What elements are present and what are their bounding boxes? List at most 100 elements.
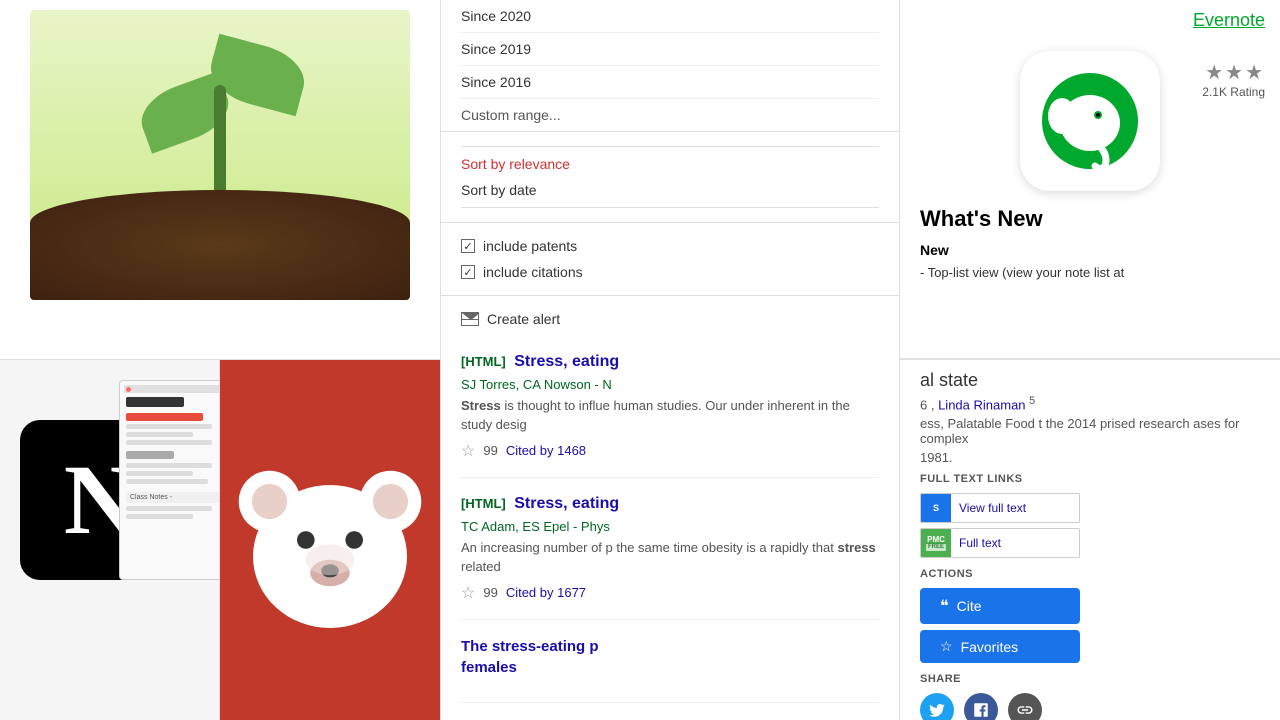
notion-ss-line7 — [126, 506, 212, 511]
filter-since2019[interactable]: Since 2019 — [461, 33, 879, 66]
twitter-icon-svg — [928, 701, 946, 719]
quote-icon: ❝ — [940, 596, 949, 616]
scholar-full-text-icon: S — [921, 494, 951, 522]
author-info: 6 , Linda Rinaman 5 — [920, 395, 1260, 412]
plant-app-section — [0, 0, 440, 360]
include-citations-item[interactable]: ✓ include citations — [461, 259, 879, 285]
linda-rinaman-link[interactable]: Linda Rinaman — [938, 397, 1025, 412]
checkbox-section: ✓ include patents ✓ include citations — [441, 223, 899, 296]
pmc-full-text-link[interactable]: PMC FREE Full text — [920, 528, 1080, 558]
result-item-3: The stress-eating pfemales — [461, 636, 879, 703]
article-detail-content: al state 6 , Linda Rinaman 5 ess, Palata… — [900, 360, 1280, 720]
share-section: SHARE — [920, 673, 1260, 720]
result-2-meta: ☆ 99 Cited by 1677 — [461, 583, 879, 603]
notion-ss-line8 — [126, 514, 193, 519]
twitter-share-button[interactable] — [920, 693, 954, 720]
sort-section: Sort by relevance Sort by date — [441, 132, 899, 223]
rating-area: ★★★ 2.1K Rating — [1202, 60, 1265, 99]
evernote-logo[interactable]: Evernote — [1193, 10, 1265, 31]
share-label: SHARE — [920, 673, 1260, 685]
sort-by-date[interactable]: Sort by date — [461, 177, 879, 203]
citations-checkbox[interactable]: ✓ — [461, 265, 475, 279]
filter-custom-range[interactable]: Custom range... — [461, 99, 879, 131]
actions-label: ACTIONS — [920, 568, 1260, 580]
full-text-links-section: FULL TEXT LINKS S View full text — [920, 473, 1260, 558]
rating-count: 2.1K Rating — [1202, 85, 1265, 99]
cite-label: Cite — [957, 598, 982, 614]
plant-soil — [30, 190, 410, 300]
notion-ss-line4 — [126, 463, 212, 468]
star-rating: ★★★ — [1205, 60, 1265, 85]
facebook-share-button[interactable] — [964, 693, 998, 720]
result-2-star[interactable]: ☆ — [461, 583, 475, 603]
share-icons-row — [920, 693, 1260, 720]
result-2-cited-by[interactable]: Cited by 1677 — [506, 585, 586, 600]
notion-ss-line3 — [126, 440, 212, 445]
result-1-cite-count-num: 99 — [483, 443, 497, 458]
whats-new-section: What's New New - Top-list view (view you… — [900, 191, 1280, 293]
snippet-al-state: ess, Palatable Food t the 2014 prised re… — [920, 416, 1260, 446]
al-state-text: al state — [920, 370, 1260, 391]
notion-ss-line — [126, 424, 212, 429]
result-2-snippet: An increasing number of p the same time … — [461, 538, 879, 577]
year-ref: 1981. — [920, 450, 1260, 465]
result-2-authors: TC Adam, ES Epel - Phys — [461, 519, 879, 534]
create-alert-label: Create alert — [487, 311, 560, 327]
notion-ss-red — [126, 413, 203, 421]
notion-ss-bar — [124, 385, 220, 393]
notion-ss-title — [126, 397, 184, 407]
left-panel: N Class — [0, 0, 440, 720]
notion-ss-line2 — [126, 432, 193, 437]
result-1-star[interactable]: ☆ — [461, 441, 475, 461]
result-3-title[interactable]: The stress-eating pfemales — [461, 636, 879, 678]
new-label: New — [920, 242, 1260, 258]
result-1-html-badge: [HTML] — [461, 354, 506, 369]
bear-icon-svg — [220, 360, 440, 720]
favorites-button[interactable]: ☆ Favorites — [920, 630, 1080, 663]
result-item-2: [HTML] Stress, eating TC Adam, ES Epel -… — [461, 494, 879, 620]
include-patents-item[interactable]: ✓ include patents — [461, 233, 879, 259]
notion-ss-line5 — [126, 471, 193, 476]
scholar-icon-svg: S — [928, 500, 944, 516]
filter-since2020[interactable]: Since 2020 — [461, 0, 879, 33]
divider2 — [461, 207, 879, 208]
notion-ss-section — [126, 451, 174, 459]
include-patents-label: include patents — [483, 238, 577, 254]
filter-since2016[interactable]: Since 2016 — [461, 66, 879, 99]
sort-by-relevance[interactable]: Sort by relevance — [461, 151, 879, 177]
notion-dot — [126, 387, 131, 392]
pmc-icon: PMC FREE — [921, 529, 951, 557]
email-icon — [461, 312, 479, 326]
patents-checkbox[interactable]: ✓ — [461, 239, 475, 253]
result-1-title[interactable]: [HTML] Stress, eating — [461, 352, 879, 373]
facebook-icon-svg — [972, 701, 990, 719]
result-1-cited-by[interactable]: Cited by 1468 — [506, 443, 586, 458]
link-icon-svg — [1016, 701, 1034, 719]
result-1-snippet: Stress is thought to influe human studie… — [461, 396, 879, 435]
right-panel: Evernote — [900, 0, 1280, 720]
create-alert-item[interactable]: Create alert — [461, 311, 879, 327]
al-state-section: al state 6 , Linda Rinaman 5 ess, Palata… — [920, 370, 1260, 465]
result-2-title[interactable]: [HTML] Stress, eating — [461, 494, 879, 515]
result-2-title-text: Stress, eating — [514, 495, 619, 512]
result-2-cite-count-num: 99 — [483, 585, 497, 600]
app-bottom-section: N Class — [0, 360, 440, 720]
bear-app-section[interactable] — [220, 360, 440, 720]
scholar-panel: Since 2020 Since 2019 Since 2016 Custom … — [440, 0, 900, 720]
svg-text:S: S — [933, 503, 939, 513]
result-1-meta: ☆ 99 Cited by 1468 — [461, 441, 879, 461]
notion-app-section[interactable]: N Class — [0, 360, 220, 720]
notion-screenshot: Class Notes - — [119, 380, 220, 580]
article-detail-section: al state 6 , Linda Rinaman 5 ess, Palata… — [900, 360, 1280, 720]
copy-link-button[interactable] — [1008, 693, 1042, 720]
include-citations-label: include citations — [483, 264, 583, 280]
result-1-authors: SJ Torres, CA Nowson - N — [461, 377, 879, 392]
result-item-1: [HTML] Stress, eating SJ Torres, CA Nows… — [461, 352, 879, 478]
pmc-full-text-text: Full text — [951, 536, 1009, 550]
notion-ss-classnotes: Class Notes - — [126, 492, 220, 503]
view-full-text-link[interactable]: S View full text — [920, 493, 1080, 523]
cite-button[interactable]: ❝ Cite — [920, 588, 1080, 624]
plant-illustration — [30, 10, 410, 300]
result-1-title-text: Stress, eating — [514, 353, 619, 370]
evernote-section: Evernote — [900, 0, 1280, 360]
